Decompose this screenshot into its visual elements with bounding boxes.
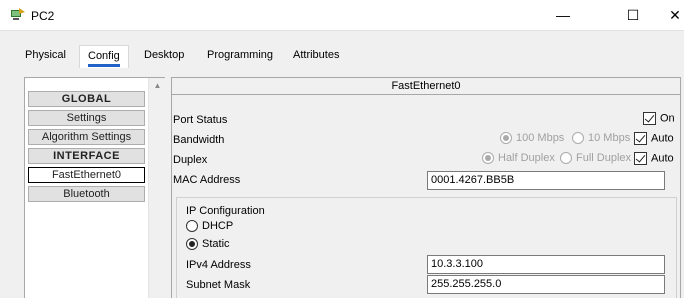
radio-icon xyxy=(500,132,512,145)
mac-address-label: MAC Address xyxy=(173,174,241,186)
radio-icon xyxy=(560,152,572,165)
radio-icon xyxy=(572,132,584,145)
content-area: GLOBAL Settings Algorithm Settings INTER… xyxy=(0,68,684,298)
packet-tracer-pc-icon xyxy=(11,8,25,20)
bandwidth-10mbps-radio[interactable]: 10 Mbps xyxy=(572,132,630,145)
subnet-mask-label: Subnet Mask xyxy=(186,279,251,291)
port-status-on-checkbox[interactable]: On xyxy=(643,112,675,125)
tab-programming[interactable]: Programming xyxy=(199,48,281,68)
bandwidth-auto-checkbox[interactable]: Auto xyxy=(634,132,674,145)
dhcp-radio[interactable]: DHCP xyxy=(186,220,233,233)
sidebar-item-settings[interactable]: Settings xyxy=(28,110,145,126)
sidebar: GLOBAL Settings Algorithm Settings INTER… xyxy=(24,77,165,298)
checkbox-checked-icon xyxy=(634,132,647,145)
ip-configuration-group: IP Configuration DHCP Static IPv4 Addres… xyxy=(176,197,677,298)
subnet-mask-field[interactable]: 255.255.255.0 xyxy=(427,275,665,294)
minimize-button[interactable]: — xyxy=(540,0,586,30)
sidebar-scrollbar[interactable]: ▲ xyxy=(148,78,165,298)
duplex-full-radio[interactable]: Full Duplex xyxy=(560,152,631,165)
panel-title: FastEthernet0 xyxy=(172,78,680,95)
ipv4-address-field[interactable]: 10.3.3.100 xyxy=(427,255,665,274)
close-button[interactable]: ✕ xyxy=(660,0,684,30)
radio-icon xyxy=(186,220,198,233)
duplex-auto-checkbox[interactable]: Auto xyxy=(634,152,674,165)
radio-selected-icon xyxy=(186,238,198,251)
tab-config[interactable]: Config xyxy=(79,45,129,69)
bandwidth-100mbps-radio[interactable]: 100 Mbps xyxy=(500,132,564,145)
scroll-up-arrow-icon[interactable]: ▲ xyxy=(152,80,163,91)
interface-panel: FastEthernet0 Port Status On Bandwidth 1… xyxy=(171,77,681,298)
checkbox-checked-icon xyxy=(643,112,656,125)
sidebar-item-fastethernet0[interactable]: FastEthernet0 xyxy=(28,167,145,183)
sidebar-header-interface: INTERFACE xyxy=(28,148,145,164)
mac-address-field[interactable]: 0001.4267.BB5B xyxy=(427,171,665,190)
checkbox-checked-icon xyxy=(634,152,647,165)
ipv4-address-label: IPv4 Address xyxy=(186,259,251,271)
tab-strip: Physical Config Desktop Programming Attr… xyxy=(0,30,684,69)
window-title: PC2 xyxy=(31,9,55,23)
tab-attributes[interactable]: Attributes xyxy=(285,48,347,68)
sidebar-item-bluetooth[interactable]: Bluetooth xyxy=(28,186,145,202)
duplex-half-radio[interactable]: Half Duplex xyxy=(482,152,555,165)
sidebar-header-global: GLOBAL xyxy=(28,91,145,107)
radio-icon xyxy=(482,152,494,165)
tab-physical[interactable]: Physical xyxy=(17,48,74,68)
sidebar-item-algorithm-settings[interactable]: Algorithm Settings xyxy=(28,129,145,145)
port-status-label: Port Status xyxy=(173,114,228,126)
title-bar: PC2 — ☐ ✕ xyxy=(0,0,684,30)
maximize-button[interactable]: ☐ xyxy=(610,0,656,30)
tab-desktop[interactable]: Desktop xyxy=(136,48,192,68)
duplex-label: Duplex xyxy=(173,154,208,166)
bandwidth-label: Bandwidth xyxy=(173,134,225,146)
static-radio[interactable]: Static xyxy=(186,238,230,251)
ip-configuration-label: IP Configuration xyxy=(186,205,265,217)
